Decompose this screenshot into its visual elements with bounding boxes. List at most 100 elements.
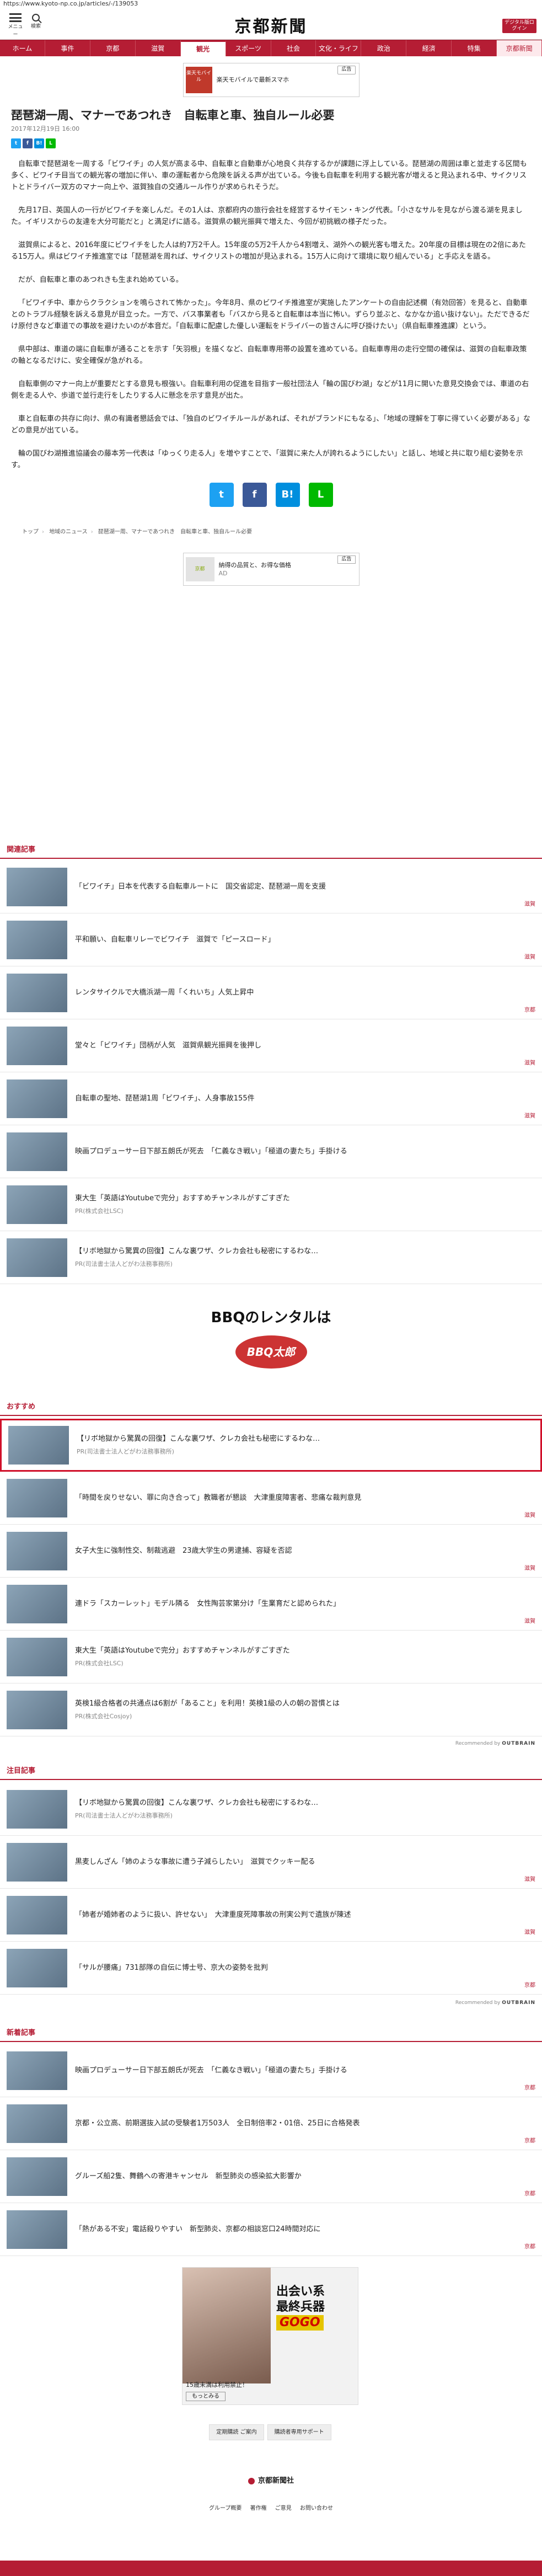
popular-list: 【リボ地獄から驚異の回復】こんな裏ワザ、クレカ会社も秘密にするわな… PR(司法書… xyxy=(0,1783,542,1995)
thumbnail xyxy=(7,2051,67,2090)
category-label: 滋賀 xyxy=(524,1113,535,1119)
nav-item-economy[interactable]: 経済 xyxy=(406,40,452,56)
subscribe-button[interactable]: 定期購読 ご案内 xyxy=(209,2424,264,2440)
list-item[interactable]: 英検1級合格者の共通点は6割が「あること」を利用！英検1級の人の朝の習慣とは PR… xyxy=(0,1684,542,1736)
list-item[interactable]: 黒麦しんざん「姉のような事故に遭う子減らしたい」 滋賀でクッキー配る 滋賀 xyxy=(0,1836,542,1889)
line-icon[interactable]: L xyxy=(46,138,56,148)
list-item[interactable]: 女子大生に強制性交、制裁逃避 23歳大学生の男逮捕、容疑を否認 滋賀 xyxy=(0,1525,542,1578)
list-item[interactable]: 【リボ地獄から驚異の回復】こんな裏ワザ、クレカ会社も秘密にするわな… PR(司法書… xyxy=(0,1783,542,1836)
list-item[interactable]: 堂々と「ビワイチ」団柄が人気 滋賀県観光振興を後押し 滋賀 xyxy=(0,1019,542,1072)
thumbnail xyxy=(7,1895,67,1934)
url-bar[interactable]: https://www.kyoto-np.co.jp/articles/-/13… xyxy=(0,0,542,8)
list-item[interactable]: 【リボ地獄から驚異の回復】こんな裏ワザ、クレカ会社も秘密にするわな… PR(司法書… xyxy=(0,1231,542,1284)
bbq-ad[interactable]: BBQのレンタルは BBQ太郎 xyxy=(0,1307,542,1369)
list-item[interactable]: 「サルが腰痛」731部隊の自伝に博士号、京大の姿勢を批判 京都 xyxy=(0,1942,542,1995)
thumbnail xyxy=(7,1637,67,1676)
nav-item-sports[interactable]: スポーツ xyxy=(226,40,271,56)
category-label: 京都 xyxy=(524,2244,535,2250)
article-paragraph: 自転車側のマナー向上が重要だとする意見も根強い。自転車利用の促進を目指す一般社団… xyxy=(11,380,529,400)
site-logo[interactable]: 京都新聞 xyxy=(0,14,542,39)
share-buttons-bottom: t f B! L xyxy=(11,482,531,507)
facebook-icon[interactable]: f xyxy=(23,138,33,148)
article-body: 自転車で琵琶湖を一周する「ビワイチ」の人気が高まる中、自転車と自動車が心地良く共… xyxy=(11,158,531,471)
list-item-title: 【リボ地獄から驚異の回復】こんな裏ワザ、クレカ会社も秘密にするわな… PR(司法書… xyxy=(75,1246,318,1269)
ad-more-button[interactable]: もっとみる xyxy=(186,2392,226,2401)
breadcrumb-item[interactable]: トップ xyxy=(22,529,39,535)
category-label: 京都 xyxy=(524,1007,535,1013)
category-label: 滋賀 xyxy=(524,1565,535,1572)
main-nav: ホーム 事件 京都 滋賀 観光 スポーツ 社会 文化・ライフ 政治 経済 特集 … xyxy=(0,40,542,56)
list-item[interactable]: 「熱がある不安」電話殺りやすい 新型肺炎、京都の相談窓口24時間対応に 京都 xyxy=(0,2203,542,2256)
recommended-by[interactable]: Recommended by OUTBRAIN xyxy=(455,2000,535,2007)
list-item[interactable]: 「姉者が婚姉者のように扱い、許せない」 大津重度死障事故の刑実公判で遺族が陳述滋… xyxy=(0,1889,542,1942)
latest-list: 映画プロデューサー日下部五朗氏が死去 「仁義なき戦い」「極道の妻たち」手掛ける京… xyxy=(0,2044,542,2256)
banner-ad[interactable]: 出会い系 最終兵器 GOGO 15歳未満は利用禁止！ もっとみる xyxy=(182,2267,358,2405)
thumbnail xyxy=(7,1132,67,1171)
footer-link[interactable]: 著作権 xyxy=(250,2505,267,2511)
list-item[interactable]: 映画プロデューサー日下部五朗氏が死去 「仁義なき戦い」「極道の妻たち」手掛ける京… xyxy=(0,2044,542,2097)
list-item[interactable]: 自転車の聖地、琵琶湖1周「ビワイチ」、人身事故155件 滋賀 xyxy=(0,1072,542,1125)
mid-ad[interactable]: 京都 納得の品質と、お得な価格 AD 広告 xyxy=(183,552,359,586)
list-item[interactable]: 京都・公立高、前期選抜入試の受験者1万503人 全日制倍率2・01倍、25日に合… xyxy=(0,2097,542,2150)
list-item-title: 映画プロデューサー日下部五朗氏が死去 「仁義なき戦い」「極道の妻たち」手掛ける xyxy=(75,2066,347,2075)
bottom-buttons: 定期購読 ご案内 購読者専用サポート xyxy=(182,2424,358,2440)
line-icon[interactable]: L xyxy=(308,482,333,507)
thumbnail xyxy=(7,867,67,906)
footer-bar xyxy=(0,2561,542,2576)
section-title-latest: 新着記事 xyxy=(0,2024,542,2042)
category-label: 京都 xyxy=(524,2191,535,2197)
footer-link[interactable]: ご意見 xyxy=(275,2505,292,2511)
nav-item-kyoto[interactable]: 京都 xyxy=(90,40,136,56)
twitter-icon[interactable]: t xyxy=(209,482,234,507)
nav-item-home[interactable]: ホーム xyxy=(0,40,45,56)
top-ad[interactable]: 楽天モバイル 楽天モバイルで最新スマホ 広告 xyxy=(183,63,359,97)
nav-item-politics[interactable]: 政治 xyxy=(361,40,407,56)
support-button[interactable]: 購読者専用サポート xyxy=(267,2424,331,2440)
article-paragraph: 「ビワイチ中、車からクラクションを鳴らされて怖かった」。今年8月、県のビワイチ推… xyxy=(11,298,530,330)
hatena-icon[interactable]: B! xyxy=(34,138,44,148)
footer-link[interactable]: お問い合わせ xyxy=(300,2505,333,2511)
thumbnail xyxy=(7,1531,67,1570)
hatena-icon[interactable]: B! xyxy=(275,482,300,507)
share-buttons-top: t f B! L xyxy=(11,138,531,148)
digital-login-button[interactable]: デジタル版ログイン xyxy=(502,19,536,33)
recommended-by[interactable]: Recommended by OUTBRAIN xyxy=(455,1740,535,1748)
twitter-icon[interactable]: t xyxy=(11,138,21,148)
category-label: 滋賀 xyxy=(524,1060,535,1066)
list-item[interactable]: 東大生「英語はYoutubeで完分」おすすめチャンネルがすごすぎた PR(株式会社… xyxy=(0,1631,542,1684)
list-item[interactable]: 【リボ地獄から驚異の回復】こんな裏ワザ、クレカ会社も秘密にするわな… PR(司法書… xyxy=(0,1419,542,1472)
nav-item-feature[interactable]: 特集 xyxy=(452,40,497,56)
ad-copy: 出会い系 最終兵器 GOGO xyxy=(276,2285,325,2331)
list-item-title: 「姉者が婚姉者のように扱い、許せない」 大津重度死障事故の刑実公判で遺族が陳述 xyxy=(75,1911,351,1919)
list-item[interactable]: レンタサイクルで大橋浜湖一周「くれいち」人気上昇中 京都 xyxy=(0,966,542,1019)
list-item[interactable]: 連ドラ「スカーレット」モデル隣る 女性陶芸家第分け「生業育だと認められた」 滋賀 xyxy=(0,1578,542,1631)
list-item[interactable]: グルーズ船2隻、舞鶴への寄港キャンセル 新型肺炎の感染拡大影響か 京都 xyxy=(0,2150,542,2203)
list-item[interactable]: 「時間を戻りせない、罪に向き合って」教職者が懇談 大津重度障害者、悲痛な裁判意見… xyxy=(0,1472,542,1525)
breadcrumb-item: 琵琶湖一周、マナーであつれき 自転車と車、独自ルール必要 xyxy=(98,528,253,535)
facebook-icon[interactable]: f xyxy=(242,482,267,507)
article-paragraph: 先月17日、英国人の一行がビワイチを楽しんだ。その1人は、京都府内の旅行会社を経… xyxy=(11,206,523,226)
article-date: 2017年12月19日 16:00 xyxy=(11,125,80,132)
nav-item-kyoto-shimbun[interactable]: 京都新聞 xyxy=(497,40,542,56)
article-paragraph: 自転車で琵琶湖を一周する「ビワイチ」の人気が高まる中、自転車と自動車が心地良く共… xyxy=(11,159,527,191)
list-item[interactable]: 東大生「英語はYoutubeで完分」おすすめチャンネルがすごすぎた PR(株式会社… xyxy=(0,1178,542,1231)
nav-item-shiga[interactable]: 滋賀 xyxy=(136,40,181,56)
thumbnail xyxy=(7,1584,67,1623)
list-item[interactable]: 「ビワイチ」日本を代表する自転車ルートに 国交省認定、琵琶湖一周を支援 滋賀 xyxy=(0,861,542,913)
footer-link[interactable]: グループ概要 xyxy=(209,2505,242,2511)
nav-item-culture[interactable]: 文化・ライフ xyxy=(316,40,362,56)
category-label: 京都 xyxy=(524,1982,535,1989)
breadcrumb-item[interactable]: 地域のニュース xyxy=(49,529,88,535)
site-header: メニュー 検索 京都新聞 デジタル版ログイン xyxy=(0,8,542,40)
nav-item-tourism[interactable]: 観光 xyxy=(180,40,226,56)
ad-text: 楽天モバイルで最新スマホ xyxy=(216,76,289,83)
thumbnail xyxy=(7,1185,67,1224)
footer-logo[interactable]: 京都新聞社 xyxy=(0,2476,542,2487)
article-paragraph: 車と自転車の共存に向け、県の有識者懇話会では、「独自のビワイチルールがあれば、そ… xyxy=(11,414,530,435)
nav-item-incident[interactable]: 事件 xyxy=(45,40,90,56)
article-paragraph: 滋賀県によると、2016年度にビワイチをした人は約7万2千人。15年度の5万2千… xyxy=(11,241,526,261)
nav-item-society[interactable]: 社会 xyxy=(271,40,316,56)
list-item-title: 東大生「英語はYoutubeで完分」おすすめチャンネルがすごすぎた PR(株式会社… xyxy=(75,1193,290,1216)
list-item[interactable]: 平和願い、自転車リレーでビワイチ 滋賀で「ピースロード」 滋賀 xyxy=(0,913,542,966)
list-item[interactable]: 映画プロデューサー日下部五朗氏が死去 「仁義なき戦い」「極道の妻たち」手掛ける xyxy=(0,1125,542,1178)
